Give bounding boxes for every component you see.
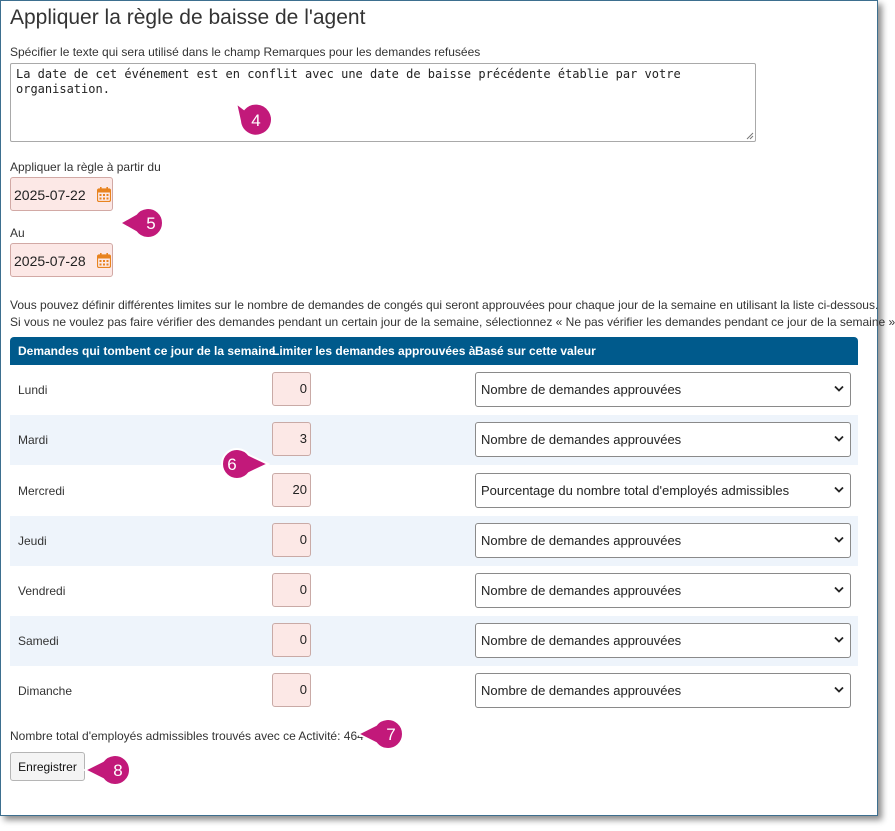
to-date-value: 2025-07-28	[14, 253, 86, 269]
row-day: Samedi	[18, 634, 59, 648]
limit-input[interactable]: 0	[272, 623, 311, 657]
callout-number: 6	[227, 455, 237, 474]
table-row: Jeudi 0 Nombre de demandes approuvées	[10, 516, 858, 566]
basis-select-value: Nombre de demandes approuvées	[481, 432, 682, 447]
limit-input[interactable]: 3	[272, 422, 311, 456]
row-day: Mardi	[18, 433, 49, 447]
callout-badge: 8	[82, 753, 138, 789]
chevron-down-icon	[834, 636, 844, 643]
to-date-label: Au	[10, 226, 25, 240]
callout-badge: 5	[117, 206, 173, 242]
table-header: Demandes qui tombent ce jour de la semai…	[10, 337, 858, 365]
basis-select[interactable]: Nombre de demandes approuvées	[475, 372, 851, 407]
callout-badge: 6	[211, 447, 271, 483]
chevron-down-icon	[834, 536, 844, 543]
callout-number: 4	[251, 111, 261, 130]
header-basis: Basé sur cette valeur	[475, 344, 596, 358]
callout-number: 5	[146, 214, 156, 233]
chevron-down-icon	[834, 686, 844, 693]
page-title: Appliquer la règle de baisse de l'agent	[10, 6, 366, 29]
limit-input[interactable]: 0	[272, 523, 311, 557]
table-row: Samedi 0 Nombre de demandes approuvées	[10, 616, 858, 666]
limit-input[interactable]: 0	[272, 673, 311, 707]
callout-number: 8	[113, 761, 123, 780]
basis-select[interactable]: Nombre de demandes approuvées	[475, 422, 851, 457]
row-day: Dimanche	[18, 684, 73, 698]
chevron-down-icon	[834, 486, 844, 493]
chevron-down-icon	[834, 586, 844, 593]
row-day: Vendredi	[18, 584, 66, 598]
basis-select[interactable]: Nombre de demandes approuvées	[475, 673, 851, 708]
table-row: Mardi 3 Nombre de demandes approuvées	[10, 415, 858, 465]
chevron-down-icon	[834, 385, 844, 392]
limit-input[interactable]: 20	[272, 473, 311, 507]
callout-badge: 4	[234, 100, 275, 141]
row-day: Jeudi	[18, 534, 47, 548]
info-line-1: Vous pouvez définir différentes limites …	[10, 298, 879, 312]
calendar-icon[interactable]	[97, 253, 111, 268]
save-button[interactable]: Enregistrer	[10, 752, 85, 781]
remarks-label: Spécifier le texte qui sera utilisé dans…	[10, 45, 481, 59]
basis-select-value: Nombre de demandes approuvées	[481, 583, 682, 598]
info-line-2: Si vous ne voulez pas faire vérifier des…	[10, 315, 895, 329]
basis-select[interactable]: Nombre de demandes approuvées	[475, 573, 851, 608]
basis-select[interactable]: Nombre de demandes approuvées	[475, 523, 851, 558]
basis-select-value: Nombre de demandes approuvées	[481, 533, 682, 548]
limit-input[interactable]: 0	[272, 573, 311, 607]
table-row: Dimanche 0 Nombre de demandes approuvées	[10, 666, 858, 716]
row-day: Lundi	[18, 383, 48, 397]
eligible-total-text: Nombre total d'employés admissibles trou…	[10, 729, 364, 743]
header-limit: Limiter les demandes approuvées à	[272, 344, 476, 358]
basis-select-value: Nombre de demandes approuvées	[481, 382, 682, 397]
from-date-label: Appliquer la règle à partir du	[10, 160, 161, 174]
basis-select[interactable]: Nombre de demandes approuvées	[475, 623, 851, 658]
basis-select[interactable]: Pourcentage du nombre total d'employés a…	[475, 473, 851, 508]
callout-number: 7	[386, 725, 396, 744]
basis-select-value: Nombre de demandes approuvées	[481, 633, 682, 648]
basis-select-value: Pourcentage du nombre total d'employés a…	[481, 483, 790, 498]
header-day: Demandes qui tombent ce jour de la semai…	[18, 344, 276, 358]
table-row: Lundi 0 Nombre de demandes approuvées	[10, 365, 858, 415]
from-date-value: 2025-07-22	[14, 187, 86, 203]
basis-select-value: Nombre de demandes approuvées	[481, 683, 682, 698]
to-date-input[interactable]: 2025-07-28	[10, 243, 113, 277]
dialog-frame: Appliquer la règle de baisse de l'agent …	[0, 0, 895, 816]
callout-badge: 7	[355, 717, 411, 753]
table-row: Vendredi 0 Nombre de demandes approuvées	[10, 566, 858, 616]
limit-input[interactable]: 0	[272, 372, 311, 406]
from-date-input[interactable]: 2025-07-22	[10, 177, 113, 211]
resize-grip-icon[interactable]	[745, 131, 754, 140]
row-day: Mercredi	[18, 484, 65, 498]
remarks-textarea[interactable]: La date de cet événement est en conflit …	[10, 63, 756, 142]
chevron-down-icon	[834, 435, 844, 442]
table-row: Mercredi 20 Pourcentage du nombre total …	[10, 466, 858, 516]
calendar-icon[interactable]	[97, 187, 111, 202]
